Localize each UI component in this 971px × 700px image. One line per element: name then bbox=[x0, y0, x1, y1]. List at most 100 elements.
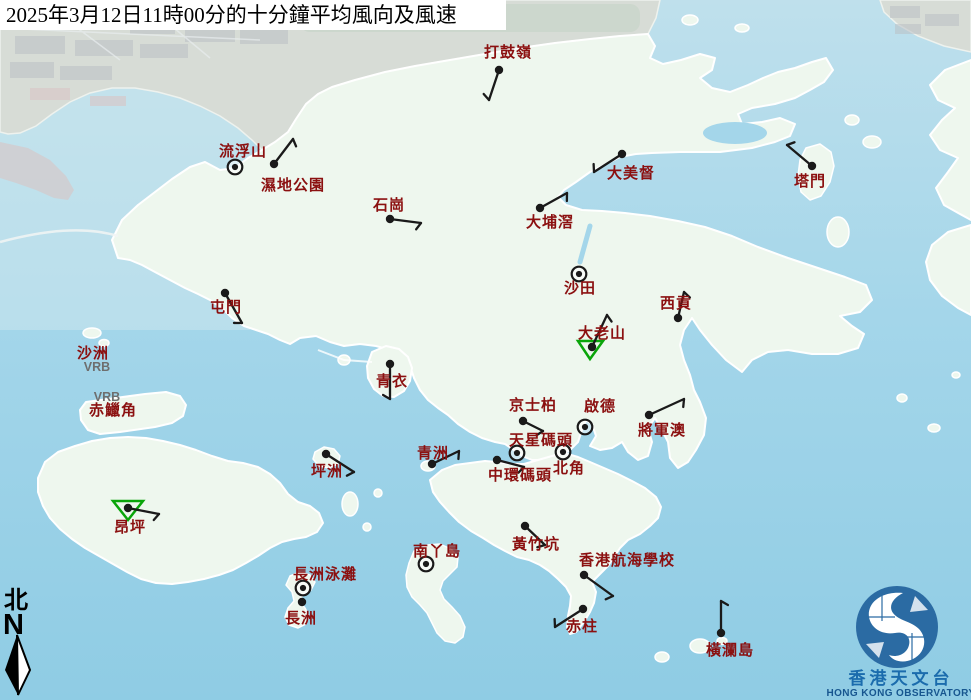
station-label: 將軍澳 bbox=[638, 421, 686, 439]
station-dot bbox=[674, 314, 682, 322]
station-dot bbox=[582, 424, 588, 430]
station-label: 京士柏 bbox=[509, 396, 557, 414]
wind-map-screen: 打鼓嶺流浮山濕地公園石崗大埔滘大美督塔門沙田屯門西貢大老山沙洲VRB赤鱲角VRB… bbox=[0, 0, 971, 700]
station-dot bbox=[386, 360, 394, 368]
station-kai-tak bbox=[578, 420, 593, 435]
hko-english-name: HONG KONG OBSERVATORY bbox=[827, 688, 971, 699]
station-label-stanley: 赤柱 bbox=[566, 617, 598, 635]
station-label: 啟德 bbox=[584, 397, 616, 415]
station-sha-tin bbox=[572, 267, 587, 282]
islet bbox=[952, 372, 960, 378]
station-dot bbox=[618, 150, 626, 158]
station-label: 南丫島 bbox=[413, 542, 461, 560]
vrb-label: VRB bbox=[84, 360, 110, 374]
station-label-peng-chau: 坪洲 bbox=[311, 463, 343, 480]
station-cheung-chau bbox=[298, 598, 306, 606]
station-dot bbox=[580, 571, 588, 579]
station-lau-fau-shan bbox=[228, 160, 243, 175]
station-label: 濕地公園 bbox=[261, 176, 325, 194]
station-label-wetland-park: 濕地公園 bbox=[261, 176, 325, 194]
station-dot bbox=[300, 585, 306, 591]
station-dot bbox=[298, 598, 306, 606]
station-dot bbox=[232, 164, 238, 170]
station-label: 長洲 bbox=[285, 610, 317, 627]
station-label-tsing-yi: 青衣 bbox=[376, 372, 408, 390]
station-label: 中環碼頭 bbox=[488, 466, 552, 484]
station-label: 青洲 bbox=[417, 444, 449, 462]
station-label: 天星碼頭 bbox=[509, 432, 573, 449]
station-dot bbox=[322, 450, 330, 458]
station-label-tseung-kwan-o: 將軍澳 bbox=[638, 421, 686, 439]
station-label-tap-mun: 塔門 bbox=[794, 172, 826, 190]
station-label: 青衣 bbox=[376, 372, 408, 390]
station-dot bbox=[645, 411, 653, 419]
grass-island bbox=[827, 217, 849, 247]
station-dot bbox=[270, 160, 278, 168]
station-label-tuen-mun: 屯門 bbox=[210, 298, 242, 316]
north-letter-label: N bbox=[3, 609, 24, 641]
station-label-waglan-island: 橫瀾島 bbox=[706, 641, 754, 659]
map-canvas: 打鼓嶺流浮山濕地公園石崗大埔滘大美督塔門沙田屯門西貢大老山沙洲VRB赤鱲角VRB… bbox=[0, 0, 971, 700]
station-label-tai-po-kau: 大埔滘 bbox=[526, 213, 574, 231]
station-label-tai-mei-tuk: 大美督 bbox=[607, 164, 655, 182]
station-label: 打鼓嶺 bbox=[484, 43, 532, 61]
islet bbox=[897, 394, 907, 402]
station-dot bbox=[521, 522, 529, 530]
station-label-green-island: 青洲 bbox=[417, 444, 449, 462]
station-label: 昂坪 bbox=[114, 519, 146, 536]
station-dot bbox=[808, 162, 816, 170]
station-label: 大美督 bbox=[607, 164, 655, 182]
wind-barb-feather bbox=[683, 399, 684, 407]
islet bbox=[928, 424, 940, 432]
station-label-central-pier: 中環碼頭 bbox=[488, 466, 552, 484]
islet bbox=[363, 523, 371, 531]
station-label: 屯門 bbox=[210, 298, 242, 316]
station-dot bbox=[386, 215, 394, 223]
station-label-shek-kong: 石崗 bbox=[372, 196, 405, 214]
station-label-star-ferry: 天星碼頭 bbox=[509, 432, 573, 449]
station-label-kai-tak: 啟德 bbox=[584, 397, 616, 415]
station-label-north-point: 北角 bbox=[553, 459, 585, 477]
station-dot bbox=[221, 289, 229, 297]
station-label-tates-cairn: 大老山 bbox=[578, 324, 626, 342]
station-label-sai-kung: 西貢 bbox=[660, 295, 692, 312]
station-label: 北角 bbox=[553, 459, 585, 477]
islet bbox=[374, 489, 382, 497]
station-label-ta-kwu-ling: 打鼓嶺 bbox=[484, 43, 532, 61]
station-label: 黃竹坑 bbox=[512, 535, 560, 553]
map-title: 2025年3月12日11時00分的十分鐘平均風向及風速 bbox=[0, 0, 506, 30]
islet bbox=[735, 24, 749, 32]
station-dot bbox=[514, 450, 520, 456]
station-label: 塔門 bbox=[794, 172, 826, 190]
station-label-kings-park: 京士柏 bbox=[509, 396, 557, 414]
station-label: 石崗 bbox=[372, 196, 405, 214]
station-dot bbox=[124, 504, 132, 512]
islet bbox=[863, 136, 881, 148]
station-label: 長洲泳灘 bbox=[293, 565, 357, 583]
islet bbox=[682, 15, 698, 25]
station-label-sha-tin: 沙田 bbox=[564, 280, 596, 297]
station-dot bbox=[560, 449, 566, 455]
station-label: 大埔滘 bbox=[526, 213, 574, 231]
station-label-hk-sea-school: 香港航海學校 bbox=[579, 551, 675, 569]
station-label-ngong-ping: 昂坪 bbox=[114, 519, 146, 536]
station-label-wong-chuk-hang: 黃竹坑 bbox=[512, 535, 560, 553]
station-label-cheung-chau: 長洲 bbox=[285, 610, 317, 627]
station-dot bbox=[588, 343, 596, 351]
station-label: 大老山 bbox=[578, 324, 626, 342]
station-label-lau-fau-shan: 流浮山 bbox=[219, 142, 267, 160]
station-label-cheung-chau-beach: 長洲泳灘 bbox=[293, 565, 357, 583]
port-island bbox=[845, 115, 859, 125]
station-dot bbox=[493, 456, 501, 464]
islet bbox=[655, 652, 669, 662]
station-label: 香港航海學校 bbox=[579, 551, 675, 569]
station-label: 坪洲 bbox=[311, 463, 343, 480]
wind-barb-feather bbox=[458, 451, 459, 459]
station-dot bbox=[519, 417, 527, 425]
station-label: 流浮山 bbox=[219, 142, 267, 160]
station-label: 赤柱 bbox=[566, 617, 598, 635]
hei-ling-chau bbox=[342, 492, 358, 516]
station-dot bbox=[576, 271, 582, 277]
sha-chau-islet bbox=[83, 328, 101, 338]
plover-cove-reservoir bbox=[703, 122, 767, 144]
